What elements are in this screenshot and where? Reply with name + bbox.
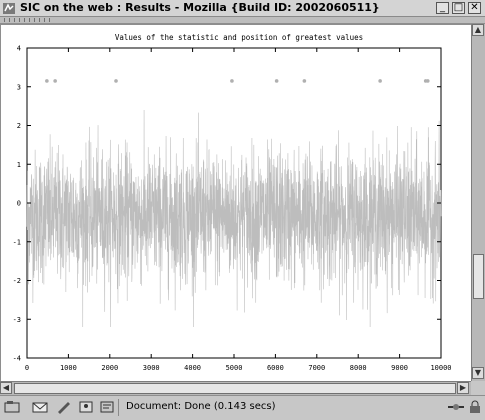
address-book-icon[interactable]: [78, 400, 94, 414]
status-separator: [118, 399, 119, 416]
security-lock-icon[interactable]: [468, 400, 482, 414]
collapsed-toolbar-strip[interactable]: [0, 17, 485, 24]
max-marker: [53, 79, 57, 83]
minimize-button[interactable]: _: [436, 2, 449, 14]
status-bar: Document: Done (0.143 secs): [0, 395, 485, 420]
connection-icon: [448, 404, 464, 410]
horizontal-scroll-thumb[interactable]: [14, 383, 456, 394]
scrollbar-corner: [471, 381, 485, 395]
chart: Values of the statistic and position of …: [13, 33, 452, 372]
composer-icon[interactable]: [56, 400, 72, 414]
max-markers: [45, 79, 430, 83]
page-content: Values of the statistic and position of …: [0, 24, 471, 381]
vertical-scroll-thumb[interactable]: [473, 254, 484, 299]
noise-series: [26, 109, 442, 328]
toolbar-grip: [44, 18, 45, 22]
horizontal-scrollbar[interactable]: ◀ ▶: [0, 381, 471, 395]
scroll-up-button[interactable]: ▲: [472, 24, 484, 36]
y-tick-label: 2: [17, 122, 21, 130]
close-button[interactable]: ✕: [468, 2, 481, 14]
chat-icon[interactable]: [99, 400, 115, 414]
scroll-down-button[interactable]: ▼: [472, 367, 484, 379]
scroll-right-button[interactable]: ▶: [457, 382, 469, 394]
navigator-icon[interactable]: [4, 400, 20, 414]
toolbar-grip: [49, 18, 50, 22]
toolbar-grip: [24, 18, 25, 22]
x-tick-label: 2000: [101, 364, 118, 372]
toolbar-grip: [4, 18, 5, 22]
y-tick-label: 4: [17, 45, 21, 53]
y-tick-label: -4: [13, 355, 21, 363]
vertical-scrollbar[interactable]: ▲ ▼: [471, 24, 485, 381]
y-tick-label: 1: [17, 161, 21, 169]
max-marker: [230, 79, 234, 83]
x-tick-label: 7000: [308, 364, 325, 372]
max-marker: [114, 79, 118, 83]
y-tick-label: 3: [17, 83, 21, 91]
x-tick-label: 3000: [143, 364, 160, 372]
toolbar-grip: [34, 18, 35, 22]
max-marker: [274, 79, 279, 83]
max-marker: [45, 79, 49, 83]
x-tick-label: 8000: [350, 364, 367, 372]
x-tick-label: 1000: [60, 364, 77, 372]
x-tick-label: 0: [25, 364, 29, 372]
max-marker: [302, 79, 307, 83]
mozilla-app-icon[interactable]: [2, 2, 16, 15]
status-text: Document: Done (0.143 secs): [126, 401, 276, 412]
scroll-left-button[interactable]: ◀: [0, 382, 12, 394]
y-tick-label: -1: [13, 238, 21, 246]
title-bar: SIC on the web : Results - Mozilla {Buil…: [0, 0, 485, 17]
toolbar-grip: [29, 18, 30, 22]
max-marker: [425, 79, 430, 83]
x-tick-label: 10000: [430, 364, 451, 372]
x-tick-label: 4000: [184, 364, 201, 372]
y-tick-label: 0: [17, 200, 21, 208]
chart-title: Values of the statistic and position of …: [115, 33, 363, 42]
y-tick-label: -2: [13, 277, 21, 285]
toolbar-grip: [39, 18, 40, 22]
max-marker: [378, 79, 382, 83]
x-tick-label: 5000: [226, 364, 243, 372]
toolbar-grip: [14, 18, 15, 22]
y-tick-label: -3: [13, 316, 21, 324]
data-series-line: [26, 109, 442, 328]
window-title: SIC on the web : Results - Mozilla {Buil…: [20, 1, 380, 14]
toolbar-grip: [19, 18, 20, 22]
toolbar-grip: [9, 18, 10, 22]
maximize-button[interactable]: □: [452, 2, 465, 14]
x-tick-label: 9000: [391, 364, 408, 372]
mail-icon[interactable]: [32, 400, 48, 414]
x-tick-label: 6000: [267, 364, 284, 372]
